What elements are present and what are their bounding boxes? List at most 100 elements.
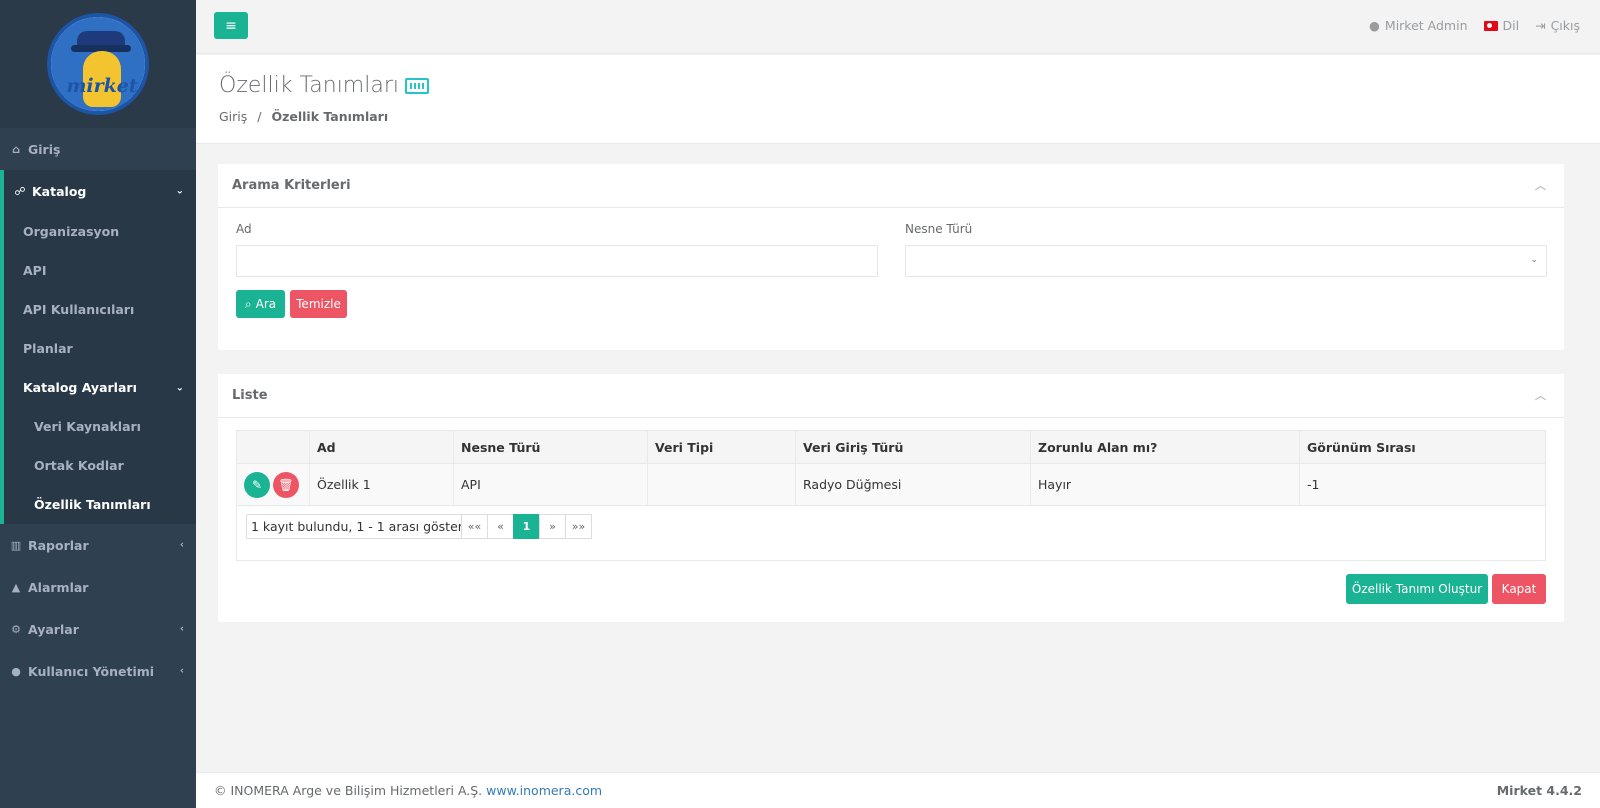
sidebar-submenu-katalog: Organizasyon API API Kullanıcıları Planl… — [4, 212, 196, 524]
sidebar-item-katalog[interactable]: ☍ Katalog ⌄ — [4, 170, 196, 212]
page-title-text: Özellik Tanımları — [219, 73, 399, 98]
cell-name: Özellik 1 — [309, 463, 454, 506]
column-header[interactable]: Veri Giriş Türü — [795, 430, 1031, 464]
sidebar-item-katalog-ayarlari[interactable]: Katalog Ayarları ⌄ — [4, 368, 196, 407]
column-header[interactable]: Veri Tipi — [647, 430, 796, 464]
footer: © INOMERA Arge ve Bilişim Hizmetleri A.Ş… — [196, 772, 1600, 808]
breadcrumb: Giriş / Özellik Tanımları — [219, 109, 388, 124]
chart-icon: ▥ — [10, 538, 22, 552]
bell-icon: ▲ — [11, 580, 21, 594]
sidebar-item-label: API Kullanıcıları — [23, 302, 135, 317]
logout-link[interactable]: ⇥ Çıkış — [1535, 18, 1580, 33]
page-heading: Özellik Tanımları Giriş / Özellik Tanıml… — [196, 55, 1600, 144]
sidebar-item-alarmlar[interactable]: ▲ Alarmlar — [0, 566, 196, 608]
page-prev-button[interactable]: « — [487, 514, 514, 539]
mirket-logo[interactable]: mirket — [47, 13, 149, 115]
sidebar-item-label: Giriş — [28, 141, 61, 157]
page-current-button[interactable]: 1 — [513, 514, 540, 539]
page-next-button[interactable]: » — [539, 514, 566, 539]
chevron-down-icon: ⌄ — [175, 382, 184, 393]
actions-column-header — [236, 430, 310, 464]
cell-data-type — [647, 463, 796, 506]
column-header[interactable]: Nesne Türü — [453, 430, 648, 464]
sidebar-item-label: Ortak Kodlar — [34, 458, 124, 473]
sidebar-item-label: Veri Kaynakları — [34, 419, 141, 434]
sidebar-item-label: Organizasyon — [23, 224, 120, 239]
list-panel-title: Liste — [232, 388, 268, 403]
logo-text: mirket — [66, 75, 138, 97]
logout-label: Çıkış — [1550, 18, 1580, 33]
sidebar-item-api-kullanicilari[interactable]: API Kullanıcıları — [4, 290, 196, 329]
sidebar-item-label: Katalog — [32, 183, 87, 199]
clear-button[interactable]: Temizle — [290, 290, 347, 318]
sidebar-item-label: Katalog Ayarları — [23, 380, 137, 395]
name-label: Ad — [236, 222, 252, 236]
language-menu[interactable]: Dil — [1483, 18, 1520, 33]
column-header[interactable]: Görünüm Sırası — [1299, 430, 1546, 464]
search-button-label: Ara — [255, 297, 277, 311]
search-panel: Arama Kriterleri ︿ Ad Nesne Türü ⌄ ⌕ Ara… — [218, 164, 1564, 350]
chevron-up-icon[interactable]: ︿ — [1535, 177, 1546, 193]
page-first-button[interactable]: «« — [461, 514, 488, 539]
gears-icon: ⚙ — [11, 622, 21, 636]
sidebar-item-label: Kullanıcı Yönetimi — [28, 663, 155, 679]
sidebar-item-giris[interactable]: ⌂ Giriş — [0, 128, 196, 170]
sidebar-item-ozellik-tanimlari[interactable]: Özellik Tanımları — [4, 485, 196, 524]
sidebar-item-ortak-kodlar[interactable]: Ortak Kodlar — [4, 446, 196, 485]
cell-input-type: Radyo Düğmesi — [795, 463, 1031, 506]
menu-toggle-button[interactable]: ≡ — [214, 12, 248, 39]
copyright-text: © INOMERA Arge ve Bilişim Hizmetleri A.Ş… — [214, 783, 483, 798]
footer-copyright: © INOMERA Arge ve Bilişim Hizmetleri A.Ş… — [214, 783, 602, 798]
cell-required: Hayır — [1030, 463, 1300, 506]
sidebar-item-planlar[interactable]: Planlar — [4, 329, 196, 368]
sidebar-submenu-katalog-ayarlari: Veri Kaynakları Ortak Kodlar Özellik Tan… — [4, 407, 196, 524]
sign-out-icon: ⇥ — [1535, 18, 1546, 33]
column-header[interactable]: Ad — [309, 430, 454, 464]
chevron-up-icon[interactable]: ︿ — [1535, 387, 1546, 403]
sidebar-item-ayarlar[interactable]: ⚙ Ayarlar ‹ — [0, 608, 196, 650]
sidebar-item-kullanici-yonetimi[interactable]: ● Kullanıcı Yönetimi ‹ — [0, 650, 196, 692]
create-definition-button[interactable]: Özellik Tanımı Oluştur — [1346, 574, 1488, 604]
breadcrumb-home[interactable]: Giriş — [219, 109, 247, 124]
topbar-right: ● Mirket Admin Dil ⇥ Çıkış — [1369, 18, 1580, 33]
page-last-button[interactable]: »» — [565, 514, 592, 539]
user-icon: ● — [1368, 18, 1380, 33]
search-panel-header[interactable]: Arama Kriterleri ︿ — [218, 164, 1564, 208]
list-panel: Liste ︿ Ad Nesne Türü Veri Tipi Veri Gir… — [218, 374, 1564, 622]
create-button-label: Özellik Tanımı Oluştur — [1351, 582, 1483, 596]
sidebar-item-organizasyon[interactable]: Organizasyon — [4, 212, 196, 251]
table-header-row: Ad Nesne Türü Veri Tipi Veri Giriş Türü … — [236, 430, 1546, 464]
sidebar-item-api[interactable]: API — [4, 251, 196, 290]
object-type-label: Nesne Türü — [905, 222, 973, 236]
object-type-select[interactable]: ⌄ — [905, 245, 1547, 277]
list-panel-header[interactable]: Liste ︿ — [218, 374, 1564, 418]
sidebar-item-veri-kaynaklari[interactable]: Veri Kaynakları — [4, 407, 196, 446]
sitemap-icon: ☍ — [14, 184, 26, 198]
search-panel-title: Arama Kriterleri — [232, 178, 351, 193]
delete-button[interactable]: 🗑 — [273, 471, 299, 498]
close-button[interactable]: Kapat — [1492, 574, 1546, 604]
pagination: «« « 1 » »» — [461, 514, 592, 539]
edit-button[interactable]: ✎ — [244, 471, 270, 498]
search-button[interactable]: ⌕ Ara — [236, 290, 285, 318]
results-table: Ad Nesne Türü Veri Tipi Veri Giriş Türü … — [236, 430, 1546, 506]
column-header[interactable]: Zorunlu Alan mı? — [1030, 430, 1300, 464]
sidebar-item-raporlar[interactable]: ▥ Raporlar ‹ — [0, 524, 196, 566]
chevron-down-icon: ⌄ — [175, 185, 184, 197]
sidebar-nav: ⌂ Giriş ☍ Katalog ⌄ Organizasyon API API… — [0, 128, 196, 692]
chevron-left-icon: ‹ — [179, 539, 184, 551]
logo-area: mirket — [0, 0, 196, 128]
cell-order: -1 — [1299, 463, 1546, 506]
search-icon: ⌕ — [244, 296, 252, 311]
language-label: Dil — [1502, 18, 1520, 33]
sidebar-item-label: Ayarlar — [28, 621, 79, 637]
name-input[interactable] — [236, 245, 878, 277]
turkish-flag-icon — [1483, 20, 1498, 31]
sidebar-item-label: Özellik Tanımları — [34, 497, 151, 512]
table-row: ✎ 🗑 Özellik 1 API Radyo Düğmesi Hayır -1 — [236, 463, 1546, 506]
sidebar-item-label: Planlar — [23, 341, 73, 356]
user-menu[interactable]: ● Mirket Admin — [1369, 18, 1468, 33]
company-link[interactable]: www.inomera.com — [486, 783, 602, 798]
hamburger-icon: ≡ — [225, 17, 237, 34]
users-icon: ● — [11, 664, 21, 678]
